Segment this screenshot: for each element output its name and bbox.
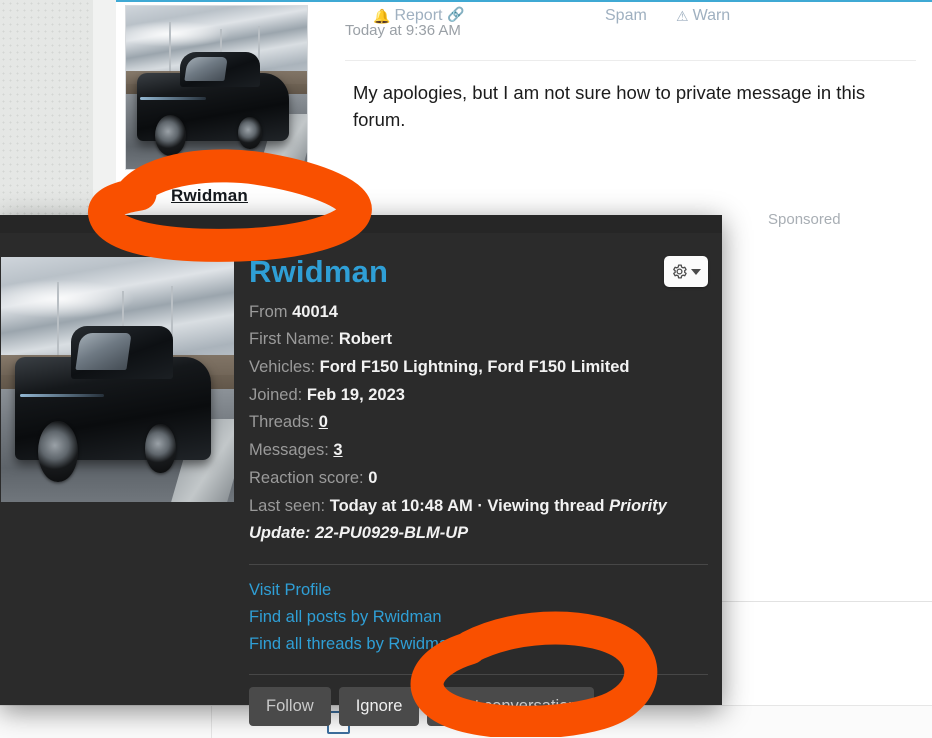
first-name-value: Robert xyxy=(338,330,393,349)
find-all-threads-link[interactable]: Find all threads by Rwidman xyxy=(249,631,708,658)
start-conversation-button[interactable]: Start conversation xyxy=(427,687,595,727)
vehicles-value: Ford F150 Lightning, Ford F150 Limited xyxy=(319,357,630,376)
from-value: 40014 xyxy=(292,302,338,321)
member-card-divider-2 xyxy=(249,674,708,676)
member-card-details: Rwidman From 40014 First Name: Robert Ve… xyxy=(249,255,708,727)
member-field-joined: Joined: Feb 19, 2023 xyxy=(249,382,708,410)
vehicles-label: Vehicles: xyxy=(249,357,316,376)
warn-label: Warn xyxy=(692,7,731,24)
last-seen-label: Last seen: xyxy=(249,496,326,515)
visit-profile-link[interactable]: Visit Profile xyxy=(249,577,708,604)
member-card-username[interactable]: Rwidman xyxy=(249,255,708,289)
member-field-threads: Threads: 0 xyxy=(249,409,708,437)
post-message-text: My apologies, but I am not sure how to p… xyxy=(353,82,866,130)
post-header-divider xyxy=(345,60,916,61)
report-label: Report xyxy=(394,7,443,24)
post-author-username-link[interactable]: Rwidman xyxy=(171,186,248,205)
messages-value[interactable]: 3 xyxy=(333,441,342,459)
member-field-first-name: First Name: Robert xyxy=(249,326,708,354)
link-action[interactable]: 🔗 xyxy=(447,7,468,21)
link-icon: 🔗 xyxy=(447,6,465,22)
member-field-from: From 40014 xyxy=(249,299,708,327)
threads-value[interactable]: 0 xyxy=(319,413,328,431)
action-bar-divider xyxy=(211,706,212,738)
post-author-link-wrap: Rwidman xyxy=(119,186,300,206)
truck-photo-thumbnail xyxy=(126,6,307,169)
member-field-last-seen: Last seen: Today at 10:48 AM · Viewing t… xyxy=(249,493,708,548)
sponsored-label: Sponsored xyxy=(768,211,841,228)
member-tooltip-card: Rwidman From 40014 First Name: Robert Ve… xyxy=(0,215,722,727)
warn-action[interactable]: ⚠ Warn xyxy=(676,7,730,25)
ignore-button[interactable]: Ignore xyxy=(338,687,420,727)
report-action[interactable]: 🔔 Report xyxy=(373,7,442,25)
warning-triangle-icon: ⚠ xyxy=(676,8,689,24)
last-seen-value: Today at 10:48 AM · Viewing thread xyxy=(329,496,610,515)
card-header-strip xyxy=(0,215,722,233)
member-field-vehicles: Vehicles: Ford F150 Lightning, Ford F150… xyxy=(249,354,708,382)
follow-button[interactable]: Follow xyxy=(249,687,331,727)
joined-value: Feb 19, 2023 xyxy=(306,385,405,404)
member-card-buttons: Follow Ignore Start conversation xyxy=(249,687,708,727)
reaction-value: 0 xyxy=(368,468,378,487)
sidebar-divider xyxy=(722,601,932,602)
threads-label: Threads: xyxy=(249,413,315,432)
member-card-avatar[interactable] xyxy=(0,256,235,503)
truck-photo-large xyxy=(1,257,234,502)
spam-label: Spam xyxy=(605,7,647,24)
spam-action[interactable]: Spam xyxy=(605,7,647,25)
member-field-messages: Messages: 3 xyxy=(249,437,708,465)
from-label: From xyxy=(249,302,288,321)
reaction-label: Reaction score: xyxy=(249,468,364,487)
first-name-label: First Name: xyxy=(249,330,335,349)
joined-label: Joined: xyxy=(249,385,303,404)
member-card-divider-1 xyxy=(249,564,708,566)
bell-icon: 🔔 xyxy=(373,8,391,24)
find-all-posts-link[interactable]: Find all posts by Rwidman xyxy=(249,604,708,631)
post-author-avatar[interactable] xyxy=(125,5,308,170)
member-field-reaction-score: Reaction score: 0 xyxy=(249,465,708,493)
messages-label: Messages: xyxy=(249,441,329,460)
